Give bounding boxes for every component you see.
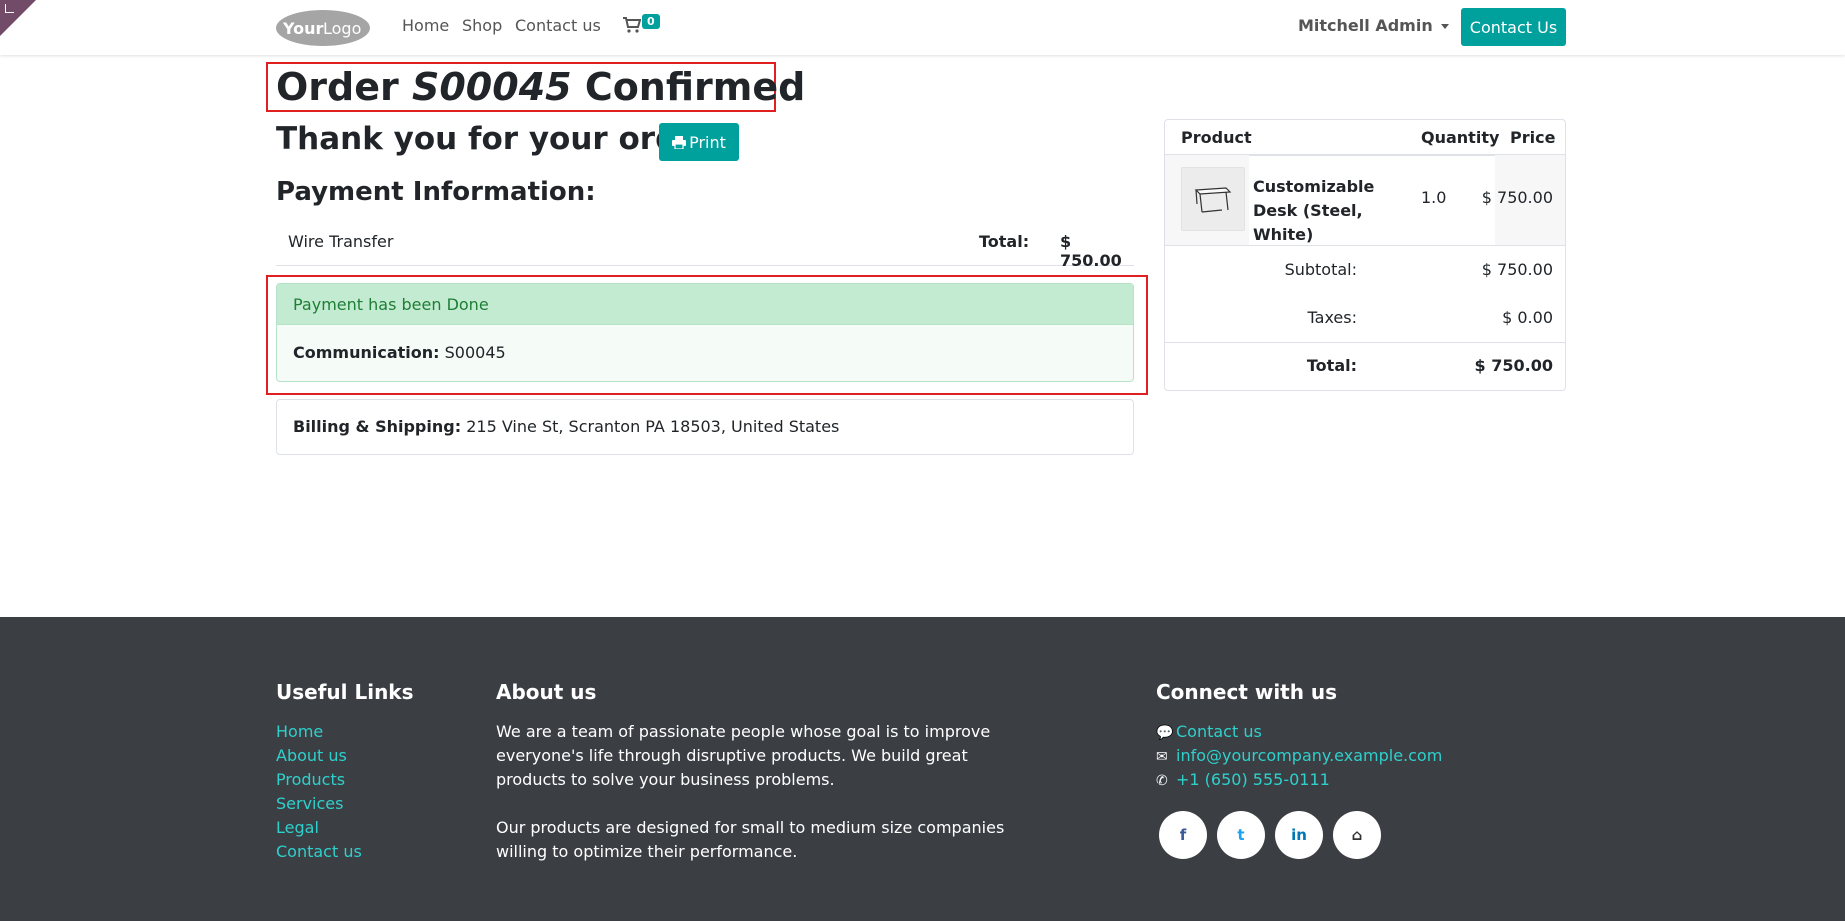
connect-title: Connect with us (1156, 680, 1338, 704)
connect-contact[interactable]: 💬 Contact us (1156, 720, 1262, 744)
footer-link-home[interactable]: Home (276, 722, 323, 741)
col-header-product: Product (1181, 128, 1252, 147)
billing-shipping-card: Billing & Shipping: 215 Vine St, Scranto… (276, 399, 1134, 455)
edit-corner-tab[interactable] (0, 0, 36, 36)
payment-total-label: Total: (979, 232, 1030, 251)
title-prefix: Order (276, 65, 399, 109)
payment-heading: Payment Information: (276, 177, 596, 207)
communication-row: Communication: S00045 (277, 325, 1133, 380)
facebook-icon[interactable]: f (1159, 811, 1207, 859)
product-image[interactable] (1181, 167, 1245, 231)
site-footer: Useful Links Home About us Products Serv… (0, 617, 1845, 921)
thank-you-message: Thank you for your order. (276, 121, 721, 157)
connect-phone-link[interactable]: +1 (650) 555-0111 (1176, 770, 1330, 789)
col-header-price: Price (1510, 128, 1556, 147)
payment-total-value: $ 750.00 (1060, 232, 1122, 270)
payment-row: Wire Transfer Total: $ 750.00 (276, 228, 1134, 270)
title-suffix: Confirmed (584, 65, 806, 109)
caret-down-icon (1440, 24, 1449, 29)
communication-value: S00045 (444, 343, 506, 362)
product-quantity: 1.0 (1421, 188, 1447, 207)
connect-phone[interactable]: ✆ +1 (650) 555-0111 (1156, 768, 1330, 792)
table-row: Customizable Desk (Steel, White) 1.0 $ 7… (1165, 155, 1565, 245)
product-price: $ 750.00 (1481, 188, 1553, 207)
cart-count-badge: 0 (642, 14, 660, 29)
total-label: Total: (1306, 356, 1357, 375)
totals-divider (1165, 342, 1565, 343)
cart-icon[interactable] (623, 17, 642, 37)
billing-label: Billing & Shipping: (293, 417, 462, 436)
items-divider (1165, 245, 1565, 246)
col-header-quantity: Quantity (1421, 128, 1500, 147)
about-title: About us (496, 680, 597, 704)
page-title: Order S00045 Confirmed (276, 64, 805, 110)
taxes-value: $ 0.00 (1502, 308, 1553, 327)
footer-link-services[interactable]: Services (276, 794, 343, 813)
payment-method: Wire Transfer (288, 232, 394, 251)
envelope-icon: ✉ (1156, 749, 1168, 765)
home-icon[interactable]: ⌂ (1333, 811, 1381, 859)
user-menu[interactable]: Mitchell Admin (1298, 16, 1449, 35)
footer-link-about-us[interactable]: About us (276, 746, 347, 765)
footer-link-products[interactable]: Products (276, 770, 345, 789)
logo-text-logo: Logo (323, 19, 361, 38)
useful-links-title: Useful Links (276, 680, 414, 704)
order-number: S00045 (412, 65, 572, 109)
footer-link-legal[interactable]: Legal (276, 818, 319, 837)
print-button[interactable]: Print (659, 123, 739, 161)
site-header: Your Logo Home Shop Contact us 0 Mitchel… (0, 0, 1845, 55)
comment-icon: 💬 (1156, 725, 1174, 741)
contact-us-button[interactable]: Contact Us (1461, 8, 1566, 46)
print-label: Print (689, 132, 726, 152)
product-name[interactable]: Customizable Desk (Steel, White) (1253, 175, 1413, 247)
twitter-icon[interactable]: t (1217, 811, 1265, 859)
logo[interactable]: Your Logo (276, 8, 371, 47)
subtotal-value: $ 750.00 (1481, 260, 1553, 279)
logo-text-your: Your (282, 19, 324, 38)
footer-link-contact-us[interactable]: Contact us (276, 842, 362, 861)
nav-home[interactable]: Home (402, 16, 449, 35)
payment-status: Payment has been Done (277, 284, 1133, 325)
useful-links-list: Home About us Products Services Legal Co… (276, 720, 362, 864)
total-value: $ 750.00 (1474, 356, 1553, 375)
linkedin-icon[interactable]: in (1275, 811, 1323, 859)
nav-shop[interactable]: Shop (462, 16, 502, 35)
order-summary-table: Product Quantity Price Customizable Desk… (1164, 119, 1566, 391)
connect-email[interactable]: ✉ info@yourcompany.example.com (1156, 744, 1442, 768)
communication-label: Communication: (293, 343, 440, 362)
subtotal-label: Subtotal: (1284, 260, 1357, 279)
phone-icon: ✆ (1156, 773, 1168, 789)
payment-status-alert: Payment has been Done Communication: S00… (276, 283, 1134, 382)
connect-email-link[interactable]: info@yourcompany.example.com (1176, 746, 1442, 765)
printer-icon (672, 135, 687, 150)
nav-contact-us[interactable]: Contact us (515, 16, 601, 35)
about-paragraph-2: Our products are designed for small to m… (496, 818, 1005, 861)
connect-contact-link[interactable]: Contact us (1176, 722, 1262, 741)
user-name: Mitchell Admin (1298, 16, 1433, 35)
billing-address: 215 Vine St, Scranton PA 18503, United S… (466, 417, 840, 436)
about-paragraph-1: We are a team of passionate people whose… (496, 722, 991, 789)
taxes-label: Taxes: (1307, 308, 1357, 327)
